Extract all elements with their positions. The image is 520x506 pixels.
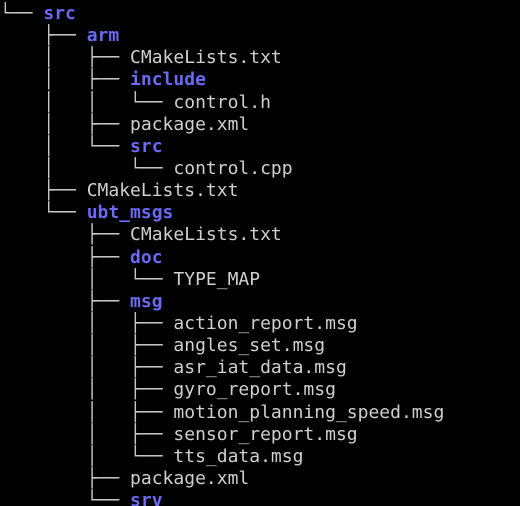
tree-branch: └── <box>0 202 87 224</box>
tree-branch: ├── <box>0 290 131 312</box>
tree-branch: │ └── <box>0 445 174 467</box>
directory-name: include <box>130 69 206 91</box>
directory-name: msg <box>130 290 163 312</box>
file-name: package.xml <box>130 467 250 489</box>
file-name: tts_data.msg <box>173 445 304 467</box>
tree-branch: │ ├── <box>0 357 174 379</box>
tree-branch: ├── <box>0 467 131 489</box>
tree-branch: │ ├── <box>0 379 174 401</box>
tree-line-file: ├── package.xml <box>0 468 520 490</box>
tree-branch: │ │ └── <box>0 91 174 113</box>
tree-line-file: │ ├── action_report.msg <box>0 313 520 335</box>
tree-branch: │ ├── <box>0 47 131 69</box>
directory-name: doc <box>130 246 163 268</box>
tree-line-file: │ ├── CMakeLists.txt <box>0 47 520 69</box>
directory-name: srv <box>130 490 163 506</box>
tree-line-file: ├── CMakeLists.txt <box>0 180 520 202</box>
file-name: action_report.msg <box>173 312 358 334</box>
tree-line-file: │ └── control.cpp <box>0 158 520 180</box>
file-name: gyro_report.msg <box>173 379 336 401</box>
file-name: TYPE_MAP <box>173 268 261 290</box>
file-name: CMakeLists.txt <box>130 224 282 246</box>
tree-line-directory: └── src <box>0 3 520 25</box>
tree-line-file: │ └── TYPE_MAP <box>0 269 520 291</box>
directory-name: arm <box>86 25 120 47</box>
tree-line-directory: ├── doc <box>0 247 520 269</box>
tree-branch: ├── <box>0 246 131 268</box>
tree-branch: │ ├── <box>0 335 174 357</box>
tree-line-file: ├── CMakeLists.txt <box>0 224 520 246</box>
file-name: sensor_report.msg <box>173 423 358 445</box>
file-name: CMakeLists.txt <box>86 180 239 202</box>
tree-branch: ├── <box>0 25 87 47</box>
tree-line-file: │ ├── asr_iat_data.msg <box>0 357 520 379</box>
tree-line-file: │ ├── angles_set.msg <box>0 335 520 357</box>
tree-line-directory: ├── msg <box>0 291 520 313</box>
tree-branch: │ └── <box>0 268 174 290</box>
tree-line-file: │ ├── sensor_report.msg <box>0 424 520 446</box>
file-name: motion_planning_speed.msg <box>173 401 445 423</box>
file-name: package.xml <box>130 113 250 135</box>
tree-line-directory: │ └── src <box>0 136 520 158</box>
tree-line-file: │ ├── gyro_report.msg <box>0 379 520 401</box>
terminal-output: └── src ├── arm │ ├── CMakeLists.txt │ ├… <box>0 0 520 506</box>
tree-line-file: │ └── tts_data.msg <box>0 446 520 468</box>
file-name: asr_iat_data.msg <box>173 357 347 379</box>
file-name: control.cpp <box>173 157 293 179</box>
tree-line-directory: └── ubt_msgs <box>0 202 520 224</box>
directory-name: src <box>130 135 163 157</box>
tree-branch: └── <box>0 490 131 506</box>
tree-branch: │ └── <box>0 135 131 157</box>
tree-branch: │ ├── <box>0 401 174 423</box>
file-name: CMakeLists.txt <box>130 47 282 69</box>
tree-line-file: │ ├── package.xml <box>0 114 520 136</box>
tree-branch: ├── <box>0 180 87 202</box>
tree-line-file: │ ├── motion_planning_speed.msg <box>0 402 520 424</box>
tree-line-directory: └── srv <box>0 490 520 506</box>
tree-line-directory: │ ├── include <box>0 69 520 91</box>
tree-line-file: │ │ └── control.h <box>0 92 520 114</box>
file-name: control.h <box>173 91 271 113</box>
tree-branch: ├── <box>0 224 131 246</box>
directory-name: src <box>43 3 76 24</box>
directory-name: ubt_msgs <box>86 202 174 224</box>
tree-branch: │ ├── <box>0 69 131 91</box>
tree-branch: │ └── <box>0 157 174 179</box>
tree-line-directory: ├── arm <box>0 25 520 47</box>
tree-branch: │ ├── <box>0 312 174 334</box>
tree-branch: │ ├── <box>0 423 174 445</box>
tree-branch: └── <box>0 3 44 24</box>
file-name: angles_set.msg <box>173 335 326 357</box>
tree-branch: │ ├── <box>0 113 131 135</box>
